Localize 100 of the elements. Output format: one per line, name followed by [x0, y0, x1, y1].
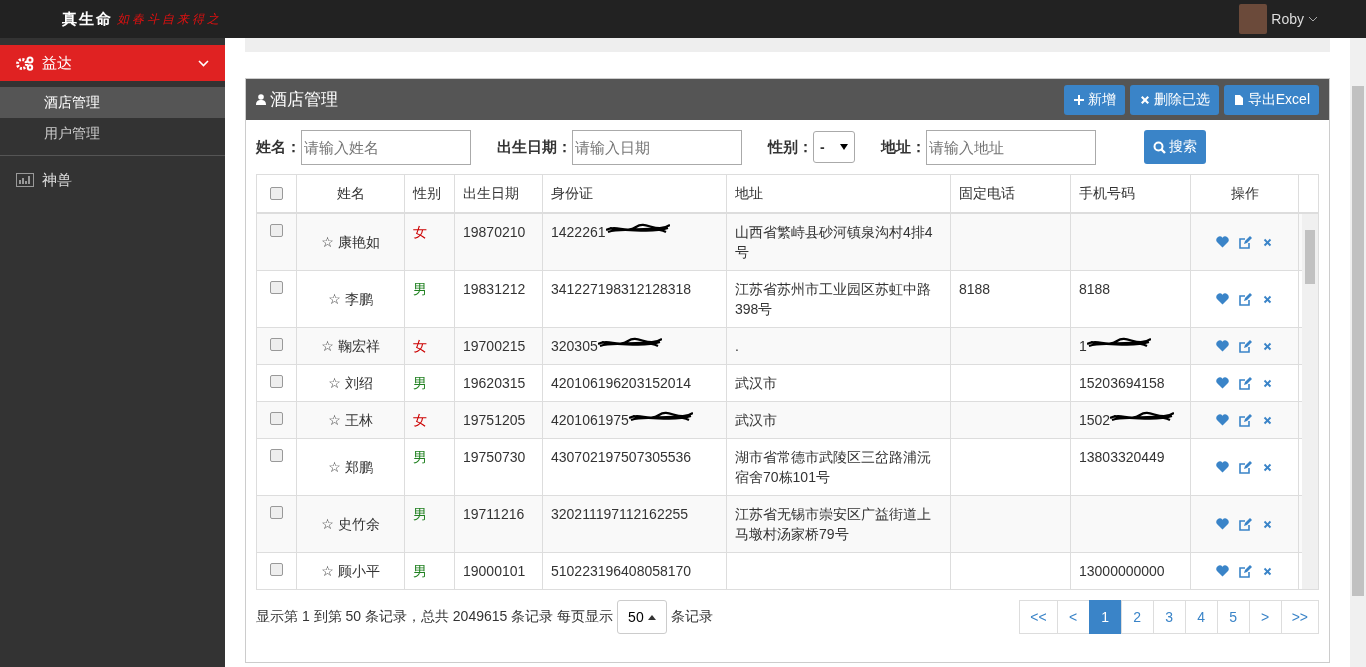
edit-icon[interactable]: [1239, 460, 1252, 474]
page-button[interactable]: 4: [1184, 600, 1218, 634]
delete-icon[interactable]: [1262, 518, 1273, 530]
filter-label: 性别：: [768, 137, 813, 157]
edit-icon[interactable]: [1239, 413, 1252, 427]
column-header: 身份证: [551, 185, 593, 201]
delete-icon[interactable]: [1262, 565, 1273, 577]
table-cell-text: 1422261: [551, 223, 606, 242]
table-cell: 女: [413, 224, 427, 240]
delete-icon[interactable]: [1262, 236, 1273, 248]
table-cell-text: 1: [1079, 337, 1087, 356]
table-cell-text: ☆ 王林: [328, 411, 373, 430]
table-cell: 武汉市: [735, 412, 777, 428]
input-field[interactable]: 请输入地址: [926, 129, 1096, 165]
page-button[interactable]: 3: [1152, 600, 1186, 634]
delete-icon[interactable]: [1262, 377, 1273, 389]
table-cell: 8188: [959, 281, 991, 297]
slogan: 如春斗自来得之: [117, 10, 222, 28]
sidebar-group[interactable]: 益达: [0, 45, 225, 81]
page-button[interactable]: <: [1056, 600, 1090, 634]
heart-icon[interactable]: [1216, 293, 1229, 305]
table-cell: 19000101: [463, 563, 526, 579]
checkbox[interactable]: [270, 281, 283, 294]
table-cell-text: 320211197112162255: [551, 505, 689, 524]
toolbar-button[interactable]: 新增: [1063, 84, 1125, 115]
scrollbar[interactable]: [1302, 214, 1318, 589]
delete-icon[interactable]: [1262, 414, 1273, 426]
edit-icon[interactable]: [1239, 564, 1252, 578]
chevron-down-icon: [198, 59, 209, 67]
panel-title: 酒店管理: [270, 89, 338, 111]
input-field[interactable]: 请输入姓名: [301, 129, 471, 165]
delete-icon[interactable]: [1262, 340, 1273, 352]
checkbox[interactable]: [270, 449, 283, 462]
checkbox[interactable]: [270, 506, 283, 519]
checkbox[interactable]: [270, 375, 283, 388]
table-cell-text: ☆ 康艳如: [321, 233, 380, 252]
search-button[interactable]: 搜索: [1144, 130, 1206, 164]
page-button[interactable]: >>: [1280, 600, 1319, 634]
page-button[interactable]: 2: [1120, 600, 1154, 634]
edit-icon[interactable]: [1239, 517, 1252, 531]
edit-icon[interactable]: [1239, 376, 1252, 390]
heart-icon[interactable]: [1216, 340, 1229, 352]
sidebar-item[interactable]: 酒店管理: [0, 87, 225, 118]
page-button[interactable]: >: [1248, 600, 1282, 634]
table-cell-text: ☆ 鞠宏祥: [321, 337, 380, 356]
chevron-down-icon[interactable]: [1308, 16, 1318, 22]
document-icon: [1232, 93, 1245, 106]
filter-label: 姓名：: [256, 137, 301, 157]
page-button[interactable]: 5: [1216, 600, 1250, 634]
checkbox[interactable]: [270, 563, 283, 576]
edit-icon[interactable]: [1239, 339, 1252, 353]
input-field[interactable]: 请输入日期: [572, 129, 742, 165]
toolbar-button[interactable]: 删除已选: [1129, 84, 1219, 115]
sidebar-item[interactable]: 用户管理: [0, 118, 225, 149]
table-cell-text: 8188: [1079, 280, 1111, 299]
page-button[interactable]: 1: [1088, 600, 1122, 634]
avatar-placeholder[interactable]: [1239, 4, 1268, 34]
table-cell-text: ☆ 李鹏: [328, 290, 373, 309]
page-button[interactable]: <<: [1019, 600, 1058, 634]
table-cell-text: ☆ 郑鹏: [328, 458, 373, 477]
table-cell: 女: [413, 338, 427, 354]
user-name[interactable]: Roby: [1271, 11, 1304, 27]
table-cell: 男: [413, 449, 427, 465]
table-cell: 男: [413, 375, 427, 391]
table-cell: 男: [413, 563, 427, 579]
toolbar-button[interactable]: 导出Excel: [1223, 84, 1319, 115]
table-cell: 江苏省无锡市崇安区广益街道上马墩村汤家桥79号: [735, 506, 931, 542]
table-cell-text: 15203694158: [1079, 374, 1165, 393]
table-cell: 19700215: [463, 338, 526, 354]
table-cell: 男: [413, 281, 427, 297]
heart-icon[interactable]: [1216, 518, 1229, 530]
heart-icon[interactable]: [1216, 565, 1229, 577]
delete-icon[interactable]: [1262, 461, 1273, 473]
heart-icon[interactable]: [1216, 461, 1229, 473]
edit-icon[interactable]: [1239, 292, 1252, 306]
column-header: 操作: [1230, 185, 1259, 201]
heart-icon[interactable]: [1216, 377, 1229, 389]
table-cell-text: 13000000000: [1079, 562, 1165, 581]
plus-icon: [1072, 93, 1085, 106]
heart-icon[interactable]: [1216, 414, 1229, 426]
column-header: 地址: [735, 185, 763, 201]
column-header: 出生日期: [463, 185, 519, 201]
table-cell-text: ☆ 史竹余: [321, 515, 380, 534]
heart-icon[interactable]: [1216, 236, 1229, 248]
checkbox[interactable]: [270, 412, 283, 425]
checkbox[interactable]: [270, 187, 283, 200]
table-cell: 女: [413, 412, 427, 428]
table-cell: 男: [413, 506, 427, 522]
page-scrollbar[interactable]: [1350, 38, 1366, 667]
delete-icon[interactable]: [1262, 293, 1273, 305]
checkbox[interactable]: [270, 224, 283, 237]
edit-icon[interactable]: [1239, 235, 1252, 249]
logo-text: 真生命: [62, 9, 113, 29]
gender-select[interactable]: -: [813, 131, 855, 163]
table-cell: 19831212: [463, 281, 526, 297]
table-cell-text: 1502: [1079, 411, 1111, 430]
records-suffix: 条记录: [670, 608, 713, 626]
checkbox[interactable]: [270, 338, 283, 351]
page-size-dropdown[interactable]: 50: [617, 600, 667, 634]
sidebar-group[interactable]: 神兽: [0, 162, 225, 198]
